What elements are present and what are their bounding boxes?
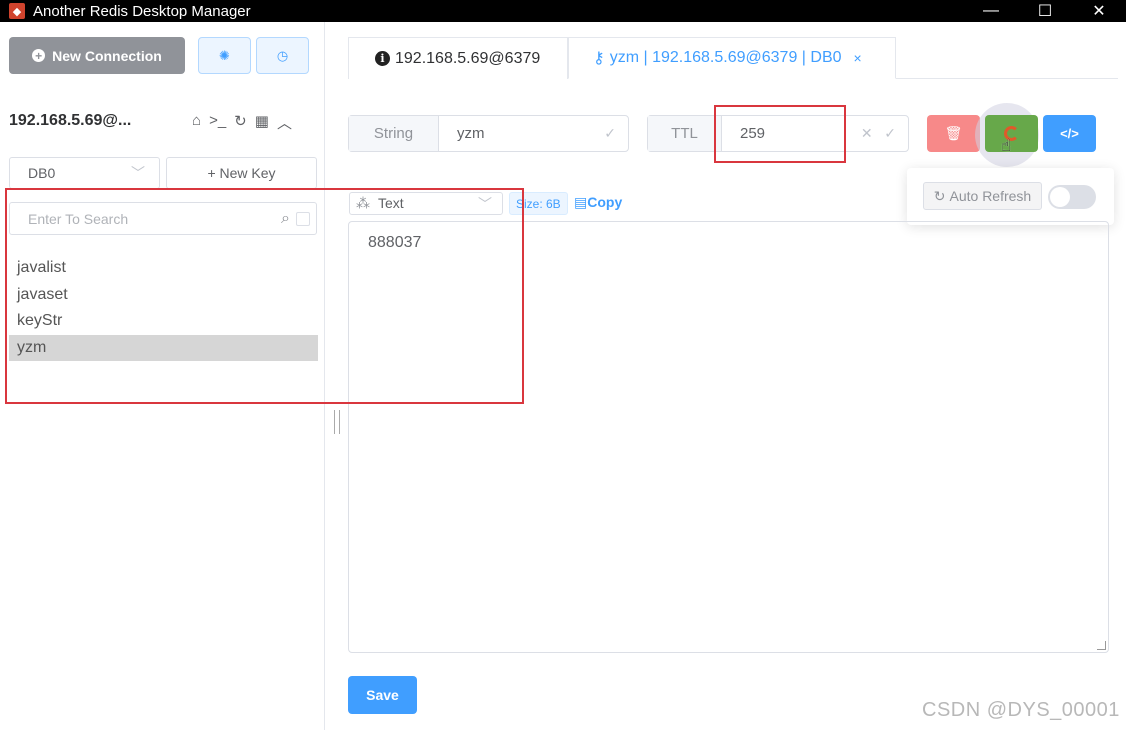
- copy-button[interactable]: ▤Copy: [574, 194, 622, 211]
- refresh-icon: ↻: [933, 187, 946, 204]
- chevron-up-icon[interactable]: ︿: [277, 112, 292, 133]
- key-type-label: String: [349, 116, 439, 151]
- refresh-key-button[interactable]: [985, 115, 1038, 152]
- toggle-knob: [1050, 187, 1070, 207]
- tab-connection-info[interactable]: i 192.168.5.69@6379: [348, 37, 568, 79]
- chevron-down-icon: ﹀: [131, 165, 145, 181]
- new-connection-label: New Connection: [52, 47, 162, 64]
- auto-refresh-toggle[interactable]: [1048, 185, 1096, 209]
- window-titlebar: ◆ Another Redis Desktop Manager — ☐ ✕: [0, 0, 1126, 22]
- tab-key-detail[interactable]: ⚷ yzm | 192.168.5.69@6379 | DB0 ×: [568, 37, 896, 79]
- connection-name[interactable]: 192.168.5.69@...: [9, 112, 131, 130]
- ttl-highlight-box: [714, 105, 846, 163]
- clear-icon[interactable]: ✕: [861, 125, 873, 141]
- hand-cursor-icon: ☝: [1001, 136, 1012, 155]
- minimize-button[interactable]: —: [964, 0, 1018, 22]
- ttl-label: TTL: [648, 116, 722, 151]
- document-icon: ▤: [574, 194, 588, 210]
- clock-icon: ◷: [276, 47, 289, 63]
- auto-refresh-button[interactable]: ↻ Auto Refresh: [923, 182, 1042, 210]
- gear-icon: ✺: [219, 47, 230, 63]
- terminal-icon[interactable]: >_: [209, 112, 226, 133]
- tab-label: yzm | 192.168.5.69@6379 | DB0: [609, 49, 842, 66]
- new-key-button[interactable]: + New Key: [166, 157, 317, 189]
- key-name-input[interactable]: yzm ✓: [439, 116, 628, 151]
- home-icon[interactable]: ⌂: [192, 112, 201, 133]
- refresh-icon[interactable]: ↻: [234, 112, 247, 133]
- maximize-button[interactable]: ☐: [1018, 0, 1072, 22]
- trash-icon: 🗑: [944, 125, 963, 141]
- key-list-highlight-box: [5, 188, 524, 404]
- tab-bar: i 192.168.5.69@6379 ⚷ yzm | 192.168.5.69…: [348, 37, 1118, 79]
- key-icon: ⚷: [593, 50, 605, 67]
- close-tab-icon[interactable]: ×: [854, 50, 862, 66]
- panel-resize-handle[interactable]: [334, 410, 340, 434]
- info-icon: i: [375, 51, 390, 66]
- db-select[interactable]: DB0 ﹀: [9, 157, 160, 189]
- save-button[interactable]: Save: [348, 676, 417, 714]
- app-logo-icon: ◆: [9, 3, 25, 19]
- resize-grip-icon[interactable]: [1097, 641, 1106, 650]
- auto-refresh-label: Auto Refresh: [949, 188, 1032, 204]
- db-select-value: DB0: [28, 165, 56, 181]
- history-button[interactable]: ◷: [256, 37, 309, 74]
- ttl-actions: ✕ ✓: [861, 125, 896, 142]
- delete-key-button[interactable]: 🗑: [927, 115, 980, 152]
- connection-toolbar: ⌂ >_ ↻ ▦ ︿: [192, 112, 292, 133]
- window-title: Another Redis Desktop Manager: [33, 2, 251, 20]
- dump-command-button[interactable]: </>: [1043, 115, 1096, 152]
- auto-refresh-popover: ↻ Auto Refresh: [907, 168, 1114, 225]
- key-name-group: String yzm ✓: [348, 115, 629, 152]
- watermark: CSDN @DYS_00001: [922, 699, 1120, 721]
- settings-button[interactable]: ✺: [198, 37, 251, 74]
- grid-icon[interactable]: ▦: [255, 112, 269, 133]
- close-window-button[interactable]: ✕: [1072, 0, 1126, 22]
- plus-circle-icon: +: [32, 49, 46, 62]
- tab-label: 192.168.5.69@6379: [395, 49, 541, 67]
- copy-label: Copy: [587, 194, 623, 210]
- code-icon: </>: [1060, 126, 1079, 141]
- new-connection-button[interactable]: + New Connection: [9, 37, 185, 74]
- key-name-value: yzm: [457, 125, 485, 142]
- check-icon[interactable]: ✓: [604, 125, 616, 142]
- check-icon[interactable]: ✓: [884, 125, 896, 141]
